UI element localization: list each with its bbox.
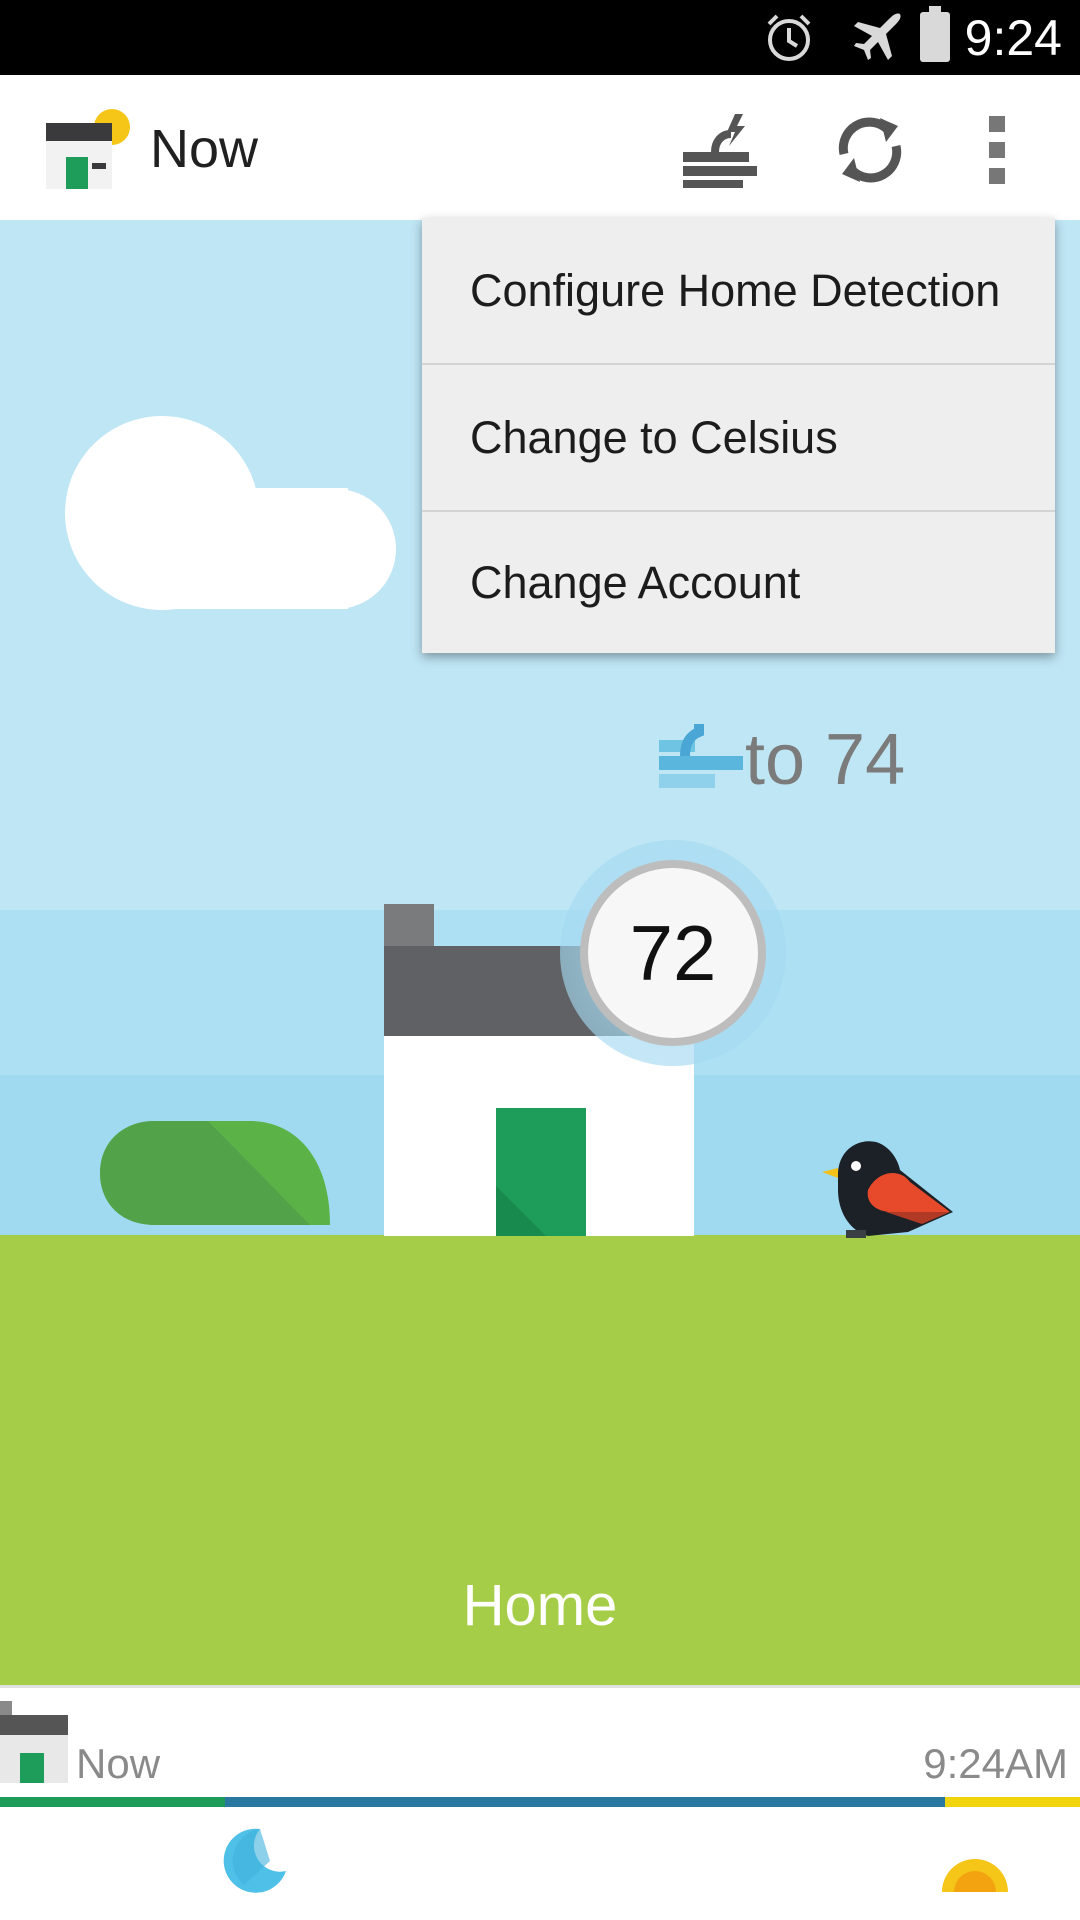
battery-icon <box>920 6 950 62</box>
status-bar: 9:24 <box>0 0 1080 75</box>
target-temperature-text: to 74 <box>745 720 906 800</box>
location-label: Home <box>462 1573 618 1638</box>
timeline-segment-day <box>945 1797 1080 1807</box>
sync-icon[interactable] <box>830 110 910 190</box>
bush-icon <box>100 1121 330 1225</box>
timeline-time: 9:24AM <box>923 1740 1068 1787</box>
house-door <box>496 1108 586 1236</box>
airplane-mode-icon <box>854 13 901 61</box>
alarm-icon <box>767 14 811 61</box>
cloud-icon <box>65 416 396 610</box>
timeline-house-icon <box>0 1701 68 1783</box>
timeline-segment-home <box>0 1797 225 1807</box>
moon-icon <box>223 1828 286 1893</box>
overflow-menu: Configure Home Detection Change to Celsi… <box>422 218 1055 653</box>
wind-icon[interactable] <box>675 110 765 190</box>
app-logo-icon <box>46 109 130 189</box>
current-temperature[interactable]: 72 <box>580 860 766 1046</box>
timeline-segment-night <box>225 1797 945 1807</box>
app-title: Now <box>150 119 259 179</box>
app-bar: Now <box>0 75 1080 220</box>
sun-icon <box>942 1859 1008 1892</box>
cooling-fan-icon <box>659 724 743 788</box>
menu-item-configure-home-detection[interactable]: Configure Home Detection <box>422 218 1055 363</box>
bird-icon <box>822 1141 953 1238</box>
menu-item-change-account[interactable]: Change Account <box>422 510 1055 655</box>
overflow-menu-icon[interactable] <box>970 110 1024 190</box>
timeline-label: Now <box>76 1740 161 1787</box>
menu-item-change-to-celsius[interactable]: Change to Celsius <box>422 365 1055 510</box>
status-time: 9:24 <box>964 10 1062 66</box>
